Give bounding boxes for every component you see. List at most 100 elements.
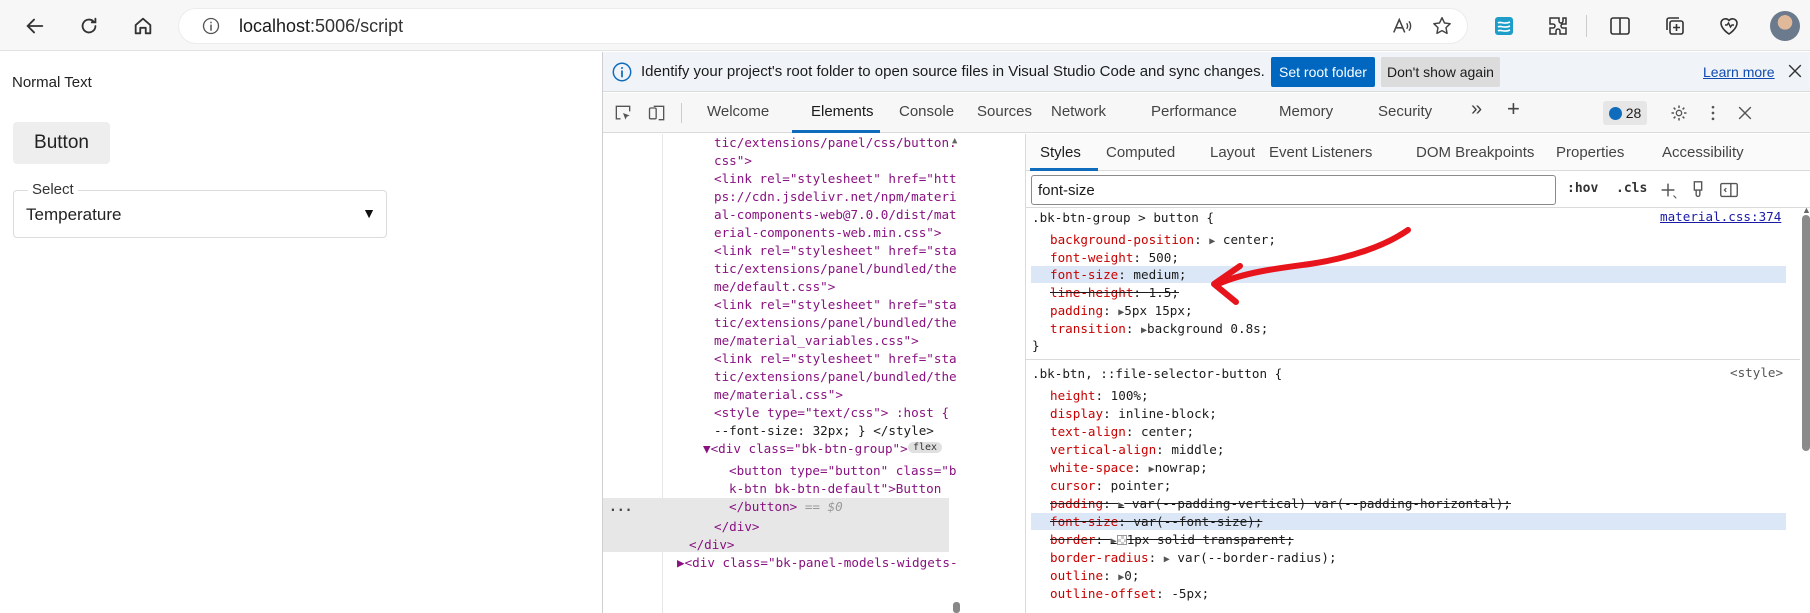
tab-styles[interactable]: Styles [1040, 144, 1081, 161]
tab-accessibility[interactable]: Accessibility [1662, 144, 1744, 161]
dom-line[interactable]: me/material.css"> [714, 386, 843, 404]
color-swatch[interactable] [1116, 535, 1127, 545]
set-root-folder-button[interactable]: Set root folder [1271, 57, 1375, 87]
address-bar[interactable]: localhost:5006/script [178, 8, 1468, 44]
css-declaration[interactable]: border-radius: ▶ var(--border-radius); [1050, 549, 1337, 567]
css-declaration[interactable]: outline: ▶0; [1050, 567, 1139, 585]
expand-triangle-icon[interactable]: ▶ [1164, 554, 1170, 565]
dom-line[interactable]: css"> [714, 152, 752, 170]
styles-filter-input[interactable]: font-size [1031, 175, 1556, 205]
dom-line[interactable]: </div> [689, 536, 735, 554]
css-declaration[interactable]: display: inline-block; [1050, 405, 1217, 423]
dom-line[interactable]: ▼<div class="bk-btn-group"> [703, 440, 908, 458]
css-declaration[interactable]: font-size: var(--font-size); [1050, 513, 1262, 531]
hov-toggle[interactable]: :hov [1567, 181, 1598, 196]
tab-elements[interactable]: Elements [811, 103, 874, 120]
back-icon[interactable] [18, 9, 52, 43]
more-options-icon[interactable] [1701, 101, 1725, 125]
url-text[interactable]: localhost:5006/script [239, 16, 403, 37]
dom-line[interactable]: tic/extensions/panel/bundled/the [714, 314, 957, 332]
paint-brush-icon[interactable] [1687, 179, 1709, 201]
add-tab-icon[interactable]: + [1507, 96, 1520, 122]
dom-line[interactable]: <link rel="stylesheet" href="sta [714, 350, 957, 368]
extensions-puzzle-icon[interactable] [1543, 11, 1573, 41]
dom-line[interactable]: ps://cdn.jsdelivr.net/npm/materi [714, 188, 957, 206]
rule-selector[interactable]: .bk-btn, ::file-selector-button { [1032, 365, 1282, 383]
rule-source-link[interactable]: material.css:374 [1660, 209, 1781, 224]
css-declaration[interactable]: white-space: ▶nowrap; [1050, 459, 1208, 477]
profile-avatar[interactable] [1770, 11, 1800, 41]
tab-properties[interactable]: Properties [1556, 144, 1624, 161]
dom-line[interactable]: <link rel="stylesheet" href="sta [714, 242, 957, 260]
dom-line[interactable]: <button type="button" class="b [729, 462, 956, 480]
select-widget[interactable]: Select Temperature ▼ [13, 181, 387, 238]
rule-selector[interactable]: .bk-btn-group > button { [1032, 209, 1214, 227]
select-value[interactable]: Temperature [26, 205, 121, 225]
split-screen-icon[interactable] [1605, 11, 1635, 41]
issues-badge[interactable]: 28 [1603, 101, 1647, 125]
dont-show-again-button[interactable]: Don't show again [1381, 57, 1500, 87]
dom-line[interactable]: <link rel="stylesheet" href="htt [714, 170, 957, 188]
dom-line[interactable]: tic/extensions/panel/bundled/the [714, 260, 957, 278]
site-info-icon[interactable] [201, 16, 221, 36]
dom-line[interactable]: tic/extensions/panel/css/button. [714, 134, 957, 152]
settings-gear-icon[interactable] [1667, 101, 1691, 125]
more-tabs-icon[interactable]: » [1471, 98, 1482, 121]
dom-scrollbar[interactable]: ▲ [950, 134, 962, 613]
css-declaration[interactable]: font-weight: 500; [1050, 249, 1179, 267]
tab-event-listeners[interactable]: Event Listeners [1269, 144, 1372, 161]
cls-toggle[interactable]: .cls [1616, 181, 1647, 196]
computed-sidebar-icon[interactable] [1718, 179, 1740, 201]
dom-line[interactable]: al-components-web@7.0.0/dist/mat [714, 206, 957, 224]
dom-line[interactable]: </div> [714, 518, 760, 536]
tab-network[interactable]: Network [1051, 103, 1106, 120]
scroll-up-icon[interactable]: ▲ [1802, 205, 1810, 215]
css-declaration[interactable]: cursor: pointer; [1050, 477, 1171, 495]
css-declaration[interactable]: height: 100%; [1050, 387, 1149, 405]
dom-line[interactable]: <link rel="stylesheet" href="sta [714, 296, 957, 314]
node-actions-icon[interactable]: ... [609, 500, 632, 515]
learn-more-link[interactable]: Learn more [1703, 64, 1775, 80]
css-declaration[interactable]: outline-offset: -5px; [1050, 585, 1209, 603]
tab-memory[interactable]: Memory [1279, 103, 1333, 120]
dom-line[interactable]: me/material_variables.css"> [714, 332, 919, 350]
css-declaration[interactable]: transition: ▶background 0.8s; [1050, 320, 1268, 338]
home-icon[interactable] [126, 9, 160, 43]
css-declaration[interactable]: font-size: medium; [1050, 266, 1187, 284]
scroll-up-icon[interactable]: ▲ [952, 136, 957, 146]
collections-icon[interactable] [1660, 11, 1690, 41]
dom-line[interactable]: me/default.css"> [714, 278, 835, 296]
tab-welcome[interactable]: Welcome [707, 103, 769, 120]
css-declaration[interactable]: line-height: 1.5; [1050, 284, 1179, 302]
page-button[interactable]: Button [13, 122, 110, 164]
styles-scrollbar[interactable]: ▲ [1800, 205, 1810, 613]
rule-source[interactable]: <style> [1730, 365, 1783, 380]
device-emulation-icon[interactable] [645, 101, 669, 125]
dom-line[interactable]: <style type="text/css"> :host { [714, 404, 949, 422]
new-style-rule-icon[interactable] [1657, 179, 1679, 201]
css-declaration[interactable]: padding: ▶ var(--padding-vertical) var(-… [1050, 495, 1511, 513]
tab-performance[interactable]: Performance [1151, 103, 1237, 120]
dom-line[interactable]: k-btn bk-btn-default">Button [729, 480, 941, 498]
dom-line[interactable]: --font-size: 32px; } </style> [714, 422, 934, 440]
scroll-thumb[interactable] [1802, 215, 1810, 451]
close-devtools-icon[interactable] [1733, 101, 1757, 125]
tab-console[interactable]: Console [899, 103, 954, 120]
scroll-thumb[interactable] [953, 602, 960, 613]
dom-line[interactable]: erial-components-web.min.css"> [714, 224, 941, 242]
dom-line[interactable]: ▶<div class="bk-panel-models-widgets- [677, 554, 958, 572]
dropdown-arrow-icon[interactable]: ▼ [362, 205, 376, 221]
read-aloud-icon[interactable] [1391, 15, 1413, 37]
tab-sources[interactable]: Sources [977, 103, 1032, 120]
expand-triangle-icon[interactable]: ▶ [1118, 500, 1124, 511]
tab-security[interactable]: Security [1378, 103, 1432, 120]
close-icon[interactable] [1785, 61, 1805, 81]
flex-badge[interactable]: flex [908, 442, 943, 453]
css-declaration[interactable]: border: ▶ 1px solid transparent; [1050, 531, 1294, 549]
css-declaration[interactable]: text-align: center; [1050, 423, 1194, 441]
favorite-star-icon[interactable] [1431, 15, 1453, 37]
dom-line[interactable]: </button> == $0 [729, 498, 843, 516]
browser-essentials-icon[interactable] [1714, 11, 1744, 41]
tab-dom-breakpoints[interactable]: DOM Breakpoints [1416, 144, 1534, 161]
inspect-element-icon[interactable] [611, 101, 635, 125]
